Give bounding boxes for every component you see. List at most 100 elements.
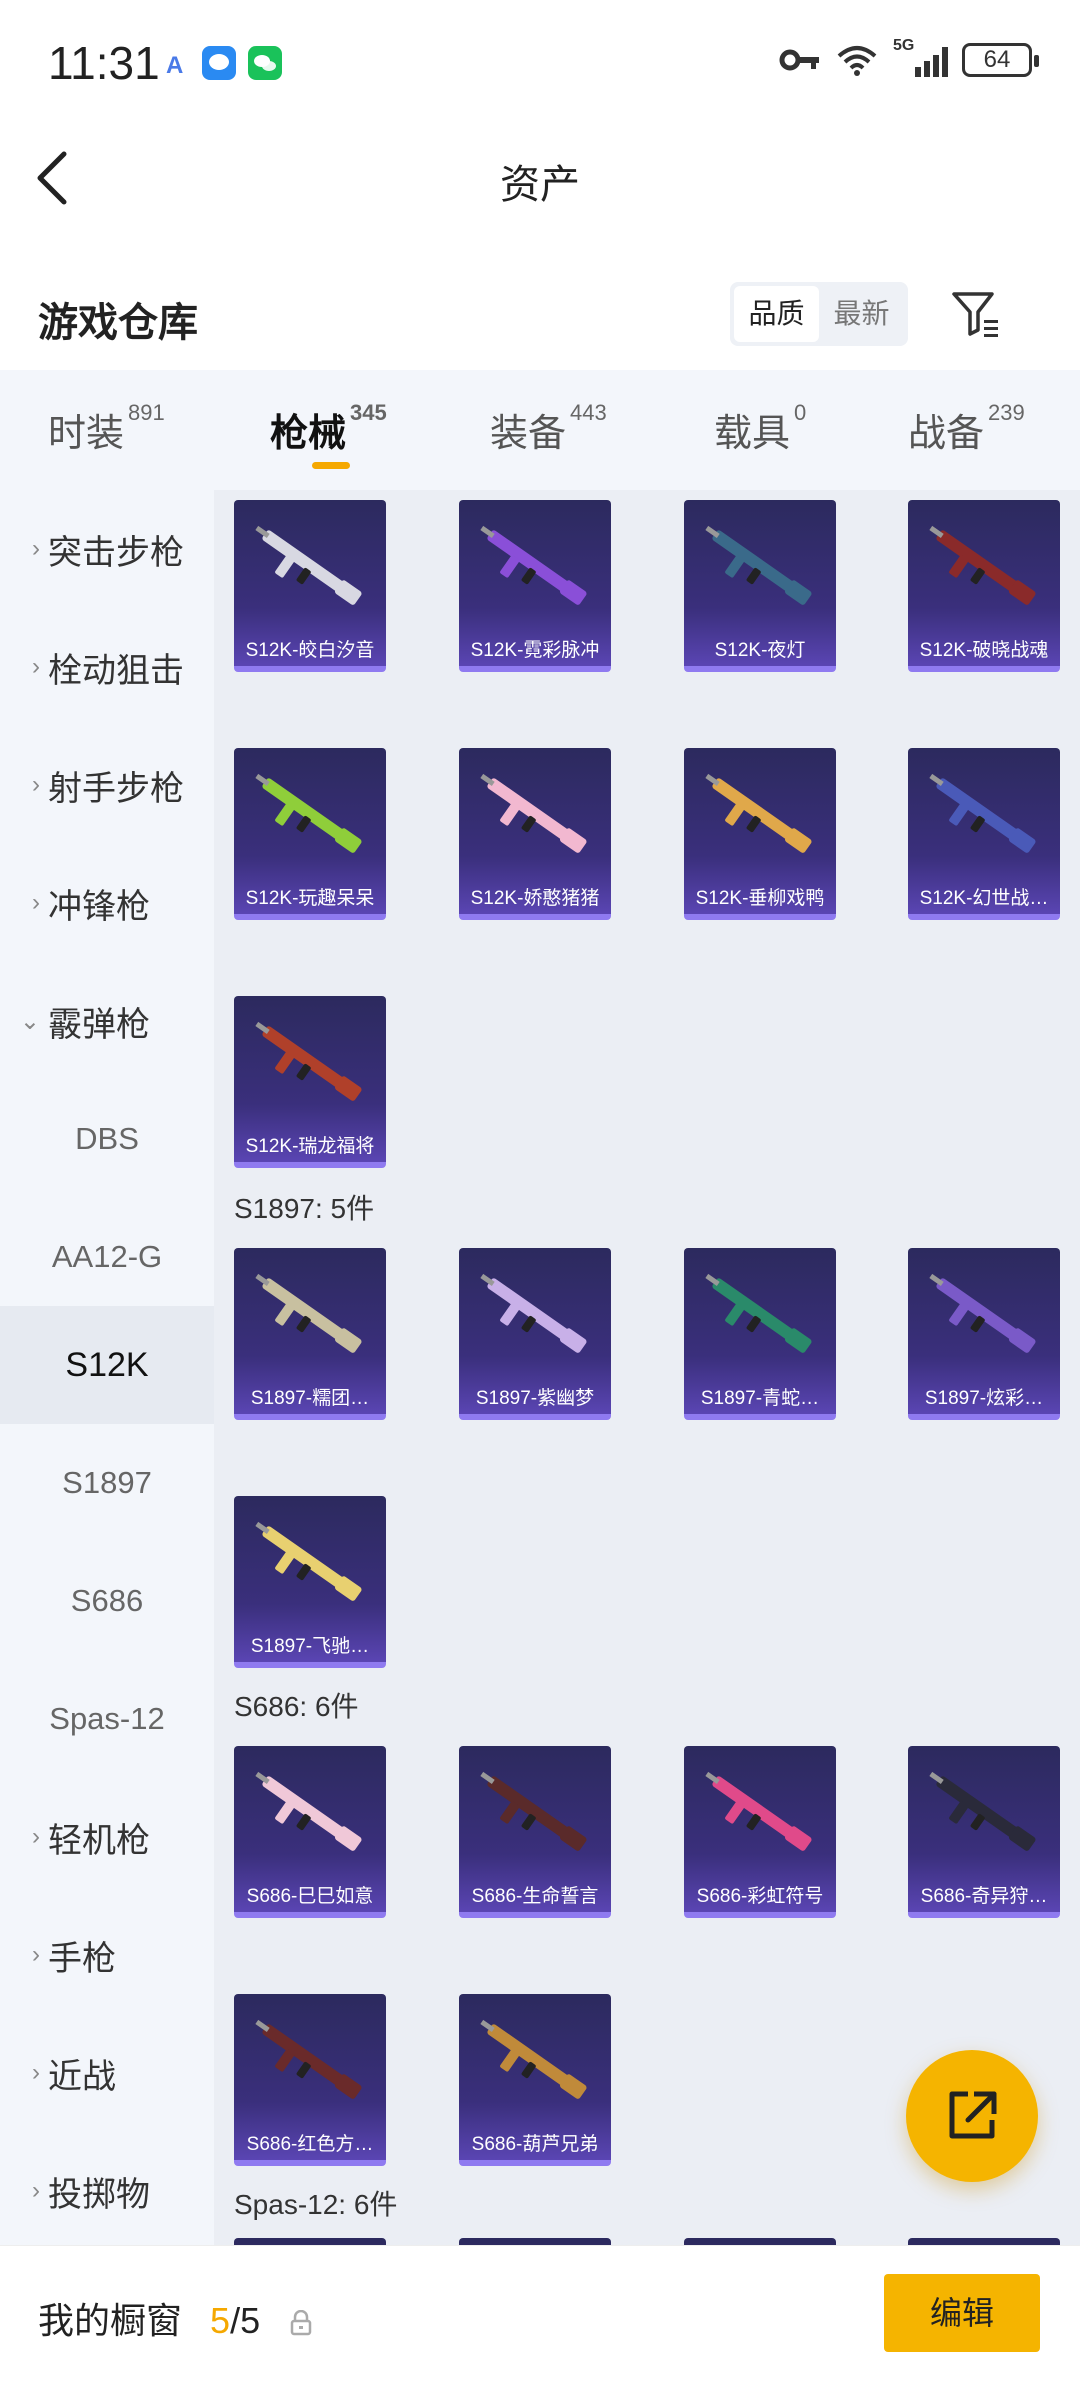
skin-card[interactable]: S686-红色方… [234, 1994, 386, 2166]
filter-icon [952, 292, 998, 337]
tab-count: 345 [350, 400, 387, 425]
tab-fashion[interactable]: 时装891 [48, 400, 165, 457]
tab-label: 战备 [908, 413, 985, 455]
weapon-skin-icon [255, 1273, 362, 1353]
skin-name: S12K-玩趣呆呆 [245, 888, 375, 909]
weapon-skin-icon [255, 1021, 362, 1101]
skin-name: S12K-夜灯 [714, 640, 806, 661]
sidebar-item-label: 冲锋枪 [48, 887, 150, 926]
chevron-right-icon: › [32, 1823, 40, 1850]
skin-card[interactable]: S12K-幻世战… [908, 748, 1060, 920]
sort-segmented-control: 品质 最新 [730, 282, 908, 346]
skin-card[interactable]: S12K-垂柳戏鸭 [684, 748, 836, 920]
weapon-category-sidebar: › 突击步枪 › 栓动狙击 › 射手步枪 › 冲锋枪 ⌄ 霰弹枪 DBS AA12-G S… [0, 490, 214, 2245]
skin-card[interactable]: S1897-青蛇… [684, 1248, 836, 1420]
sidebar-item-label: 栓动狙击 [48, 651, 184, 690]
skin-card[interactable]: S686-葫芦兄弟 [459, 1994, 611, 2166]
sidebar-item-label: 霰弹枪 [48, 1005, 150, 1044]
chevron-down-icon: ⌄ [19, 1007, 40, 1035]
share-icon [949, 2091, 997, 2139]
sidebar-subitem-dbs[interactable]: DBS [0, 1080, 214, 1198]
group-label-s1897: S1897: 5件 [234, 1193, 375, 1224]
skin-card-partial[interactable] [234, 2238, 386, 2245]
skin-card[interactable]: S1897-炫彩… [908, 1248, 1060, 1420]
skin-card[interactable]: S1897-糯团… [234, 1248, 386, 1420]
skin-card[interactable]: S12K-瑞龙福将 [234, 996, 386, 1168]
skin-name: S12K-破晓战魂 [919, 640, 1049, 661]
sidebar-subitem-s12k[interactable]: S12K [0, 1306, 214, 1424]
skin-name: S1897-炫彩… [924, 1388, 1044, 1409]
sidebar-subitem-spas12[interactable]: Spas-12 [0, 1660, 214, 1778]
skin-card[interactable]: S12K-皎白汐音 [234, 500, 386, 672]
chevron-right-icon: › [32, 889, 40, 916]
skin-card[interactable]: S1897-飞驰… [234, 1496, 386, 1668]
status-indicators: 5G 64 [779, 37, 1039, 80]
warehouse-header: 游戏仓库 品质 最新 [0, 260, 1080, 370]
skin-card[interactable]: S12K-破晓战魂 [908, 500, 1060, 672]
app-notification-icon: A [158, 46, 192, 80]
sort-newest-option[interactable]: 最新 [819, 286, 904, 342]
group-label-spas12: Spas-12: 6件 [234, 2189, 398, 2220]
skin-card[interactable]: S12K-娇憨猪猪 [459, 748, 611, 920]
tab-supplies[interactable]: 战备239 [908, 400, 1025, 457]
chevron-right-icon: › [32, 2059, 40, 2086]
skin-name: S12K-幻世战… [919, 888, 1049, 909]
sort-quality-option[interactable]: 品质 [734, 286, 819, 342]
tab-count: 0 [794, 400, 807, 425]
skin-card[interactable]: S686-生命誓言 [459, 1746, 611, 1918]
sidebar-subitem-s1897[interactable]: S1897 [0, 1424, 214, 1542]
skin-card[interactable]: S12K-霓彩脉冲 [459, 500, 611, 672]
showcase-status: 我的橱窗 5/5 [38, 2292, 312, 2344]
battery-indicator: 64 [962, 43, 1039, 77]
sidebar-item-assault-rifle[interactable]: › 突击步枪 [0, 490, 214, 608]
showcase-separator: / [230, 2300, 241, 2341]
skin-card-partial[interactable] [908, 2238, 1060, 2245]
skin-card[interactable]: S12K-夜灯 [684, 500, 836, 672]
sidebar-item-throwable[interactable]: › 投掷物 [0, 2132, 214, 2250]
sidebar-item-bolt-sniper[interactable]: › 栓动狙击 [0, 608, 214, 726]
tab-firearms[interactable]: 枪械345 [270, 400, 387, 457]
skin-name: S12K-瑞龙福将 [245, 1136, 375, 1157]
sidebar-subitem-aa12g[interactable]: AA12-G [0, 1198, 214, 1316]
skin-card[interactable]: S12K-玩趣呆呆 [234, 748, 386, 920]
share-button[interactable] [906, 2050, 1038, 2182]
sidebar-item-melee[interactable]: › 近战 [0, 2014, 214, 2132]
sidebar-item-label: 射手步枪 [48, 769, 184, 808]
weapon-skin-icon [480, 773, 587, 853]
chevron-right-icon: › [32, 653, 40, 680]
sidebar-item-label: 突击步枪 [48, 533, 184, 572]
weapon-skin-icon [929, 525, 1036, 605]
skin-card[interactable]: S686-巳巳如意 [234, 1746, 386, 1918]
showcase-bar: 我的橱窗 5/5 编辑 [0, 2245, 1080, 2381]
group-label-s686: S686: 6件 [234, 1691, 359, 1722]
signal-icon: 5G [893, 37, 948, 77]
weapon-skin-icon [480, 2019, 587, 2099]
sidebar-item-pistol[interactable]: › 手枪 [0, 1896, 214, 2014]
sidebar-item-lmg[interactable]: › 轻机枪 [0, 1778, 214, 1896]
tab-equipment[interactable]: 装备443 [490, 400, 607, 457]
sidebar-item-marksman-rifle[interactable]: › 射手步枪 [0, 726, 214, 844]
weapon-skin-grid: S1897: 5件 S686: 6件 Spas-12: 6件 S12K-皎白汐音… [214, 490, 1080, 2245]
skin-card[interactable]: S1897-紫幽梦 [459, 1248, 611, 1420]
filter-button[interactable] [948, 286, 1004, 342]
weapon-skin-icon [255, 1771, 362, 1851]
skin-name: S686-红色方… [246, 2134, 374, 2155]
tab-vehicles[interactable]: 载具0 [714, 400, 807, 457]
edit-button[interactable]: 编辑 [884, 2274, 1040, 2352]
sidebar-subitem-s686[interactable]: S686 [0, 1542, 214, 1660]
skin-card[interactable]: S686-彩虹符号 [684, 1746, 836, 1918]
showcase-label: 我的橱窗 [38, 2300, 183, 2341]
sidebar-item-smg[interactable]: › 冲锋枪 [0, 844, 214, 962]
weapon-skin-icon [705, 1273, 812, 1353]
sidebar-item-label: 轻机枪 [48, 1821, 150, 1860]
skin-card[interactable]: S686-奇异狩… [908, 1746, 1060, 1918]
skin-name: S686-巳巳如意 [246, 1886, 374, 1907]
sidebar-item-shotgun[interactable]: ⌄ 霰弹枪 [0, 962, 214, 1080]
skin-card-partial[interactable] [459, 2238, 611, 2245]
message-app-icon [202, 46, 236, 80]
skin-name: S12K-霓彩脉冲 [470, 640, 600, 661]
wechat-icon [248, 46, 282, 80]
skin-name: S686-葫芦兄弟 [471, 2134, 599, 2155]
status-time: 11:31 [48, 37, 160, 89]
skin-card-partial[interactable] [684, 2238, 836, 2245]
